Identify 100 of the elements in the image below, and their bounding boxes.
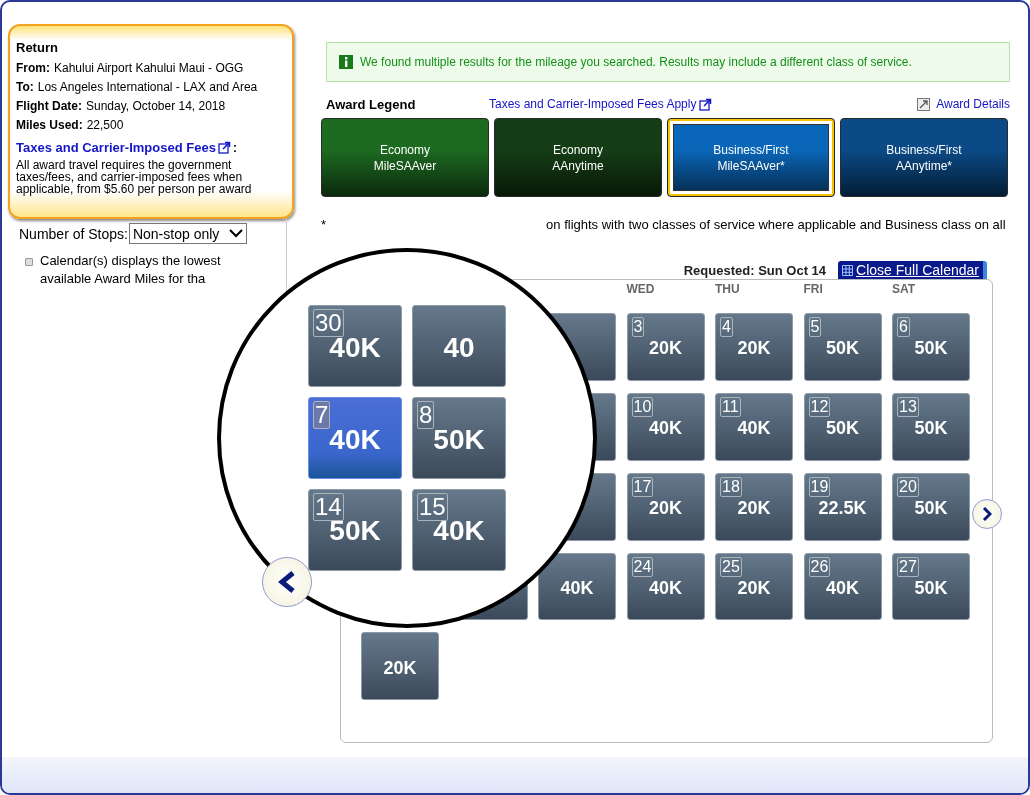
award-legend-tile[interactable]: Economy MileSAAver — [321, 118, 489, 197]
day-number: 7 — [313, 401, 331, 430]
document-icon — [917, 97, 931, 111]
calendar-tile[interactable]: 11 40K — [715, 392, 793, 461]
day-number: 18 — [720, 476, 742, 497]
day-number: 17 — [631, 476, 654, 497]
chevron-down-icon — [229, 229, 244, 238]
day-number: 6 — [897, 317, 910, 337]
day-number: 4 — [720, 317, 733, 337]
day-number: 12 — [808, 396, 831, 417]
field-value: 22,500 — [86, 118, 124, 132]
calendar-tile[interactable]: 20 50K — [892, 472, 970, 541]
calendar-tile[interactable]: 5 50K — [803, 313, 882, 381]
close-calendar-button[interactable]: Close Full Calendar — [838, 261, 987, 279]
calendar-tile[interactable]: 13 50K — [892, 392, 970, 461]
bullet-icon — [25, 258, 33, 266]
calendar-tile[interactable]: 17 20K — [626, 472, 705, 541]
day-number: 26 — [808, 556, 831, 577]
weekday-label: WED — [626, 281, 656, 298]
footnote-text: on flights with two classes of service where applicable and Business class on all — [546, 217, 1006, 234]
miles-value: 20K — [736, 497, 772, 519]
day-number: 8 — [417, 401, 435, 430]
miles-value: 20K — [648, 497, 683, 519]
day-number: 13 — [897, 396, 919, 417]
stops-select[interactable]: Non-stop only — [128, 223, 248, 244]
info-message: We found multiple results for the mileage you searched. Results may include a different class of service. — [360, 55, 912, 69]
day-number: 25 — [720, 556, 742, 577]
field-label: To: — [16, 80, 34, 94]
calendar-note: Calendar(s) displays the lowest available Award Miles for tha — [40, 252, 221, 288]
calendar-tile[interactable]: 12 50K — [803, 392, 882, 461]
day-number: 5 — [808, 317, 822, 337]
award-legend-tile[interactable]: Business/First AAnytime* — [840, 118, 1008, 197]
calendar-tile[interactable]: 24 40K — [626, 552, 705, 621]
fees-note: All award travel requires the government taxes/fees, and carrier-imposed fees when applicable, from $5.60 per person per award — [16, 159, 253, 195]
external-link-icon — [699, 97, 713, 111]
field-label: Flight Date: — [16, 99, 82, 113]
calendar-tile[interactable]: 27 50K — [892, 552, 970, 621]
calendar-tile[interactable]: 40 — [412, 305, 506, 388]
footnote-mark: * — [321, 217, 327, 234]
calendar-tile[interactable]: 19 22.5K — [803, 472, 882, 541]
miles-value: 50K — [913, 417, 949, 439]
calendar-tile[interactable]: 7 40K — [308, 397, 402, 479]
miles-value: 20K — [736, 337, 772, 359]
grid-icon — [842, 264, 854, 276]
miles-value: 50K — [913, 337, 949, 359]
card-title: Return — [16, 40, 59, 55]
miles-value: 20K — [382, 657, 418, 679]
calendar-tile[interactable]: 25 20K — [715, 552, 793, 621]
previous-button[interactable] — [262, 557, 312, 607]
calendar-tile[interactable]: 15 40K — [412, 488, 506, 571]
field-value: Sunday, October 14, 2018 — [86, 99, 226, 113]
fees-apply-link[interactable]: Taxes and Carrier-Imposed Fees Apply — [489, 97, 697, 111]
field-value: Los Angeles International - LAX and Area — [37, 80, 258, 94]
award-details-link[interactable]: Award Details — [936, 97, 1010, 111]
calendar-tile[interactable]: 30 40K — [308, 305, 402, 388]
day-number: 14 — [313, 492, 344, 521]
award-legend-tile[interactable]: Business/First MileSAAver* — [667, 118, 835, 197]
miles-value: 40K — [328, 423, 382, 456]
calendar-tile[interactable]: 40K — [538, 552, 616, 621]
chevron-left-icon — [278, 571, 296, 593]
miles-value: 40K — [648, 417, 683, 439]
miles-value: 40K — [736, 417, 772, 439]
day-number: 3 — [631, 317, 645, 337]
field-label: From: — [16, 61, 50, 75]
field-value: Kahului Airport Kahului Maui - OGG — [54, 61, 244, 75]
fees-link[interactable]: Taxes and Carrier-Imposed Fees — [16, 140, 216, 155]
miles-value: 22.5K — [817, 497, 868, 519]
day-number: 30 — [313, 309, 344, 338]
calendar-tile[interactable]: 14 50K — [308, 488, 402, 571]
miles-value: 50K — [825, 417, 860, 439]
weekday-label: THU — [715, 281, 741, 298]
info-icon — [339, 55, 353, 69]
calendar-tile[interactable]: 18 20K — [715, 472, 793, 541]
weekday-label: FRI — [803, 281, 824, 298]
miles-value: 50K — [913, 577, 949, 599]
calendar-tile[interactable]: 4 20K — [715, 313, 793, 381]
day-number: 19 — [808, 476, 831, 497]
day-number: 10 — [631, 396, 654, 417]
chevron-right-icon — [982, 507, 992, 521]
miles-value: 40K — [825, 577, 860, 599]
award-legend-tile[interactable]: Economy AAnytime — [494, 118, 662, 197]
miles-value: 40K — [648, 577, 683, 599]
miles-value: 20K — [736, 577, 772, 599]
day-number: 11 — [720, 396, 741, 417]
miles-value: 40 — [442, 331, 476, 364]
miles-value: 40K — [559, 577, 595, 599]
calendar-tile[interactable]: 10 40K — [626, 392, 705, 461]
stops-label: Number of Stops: — [19, 225, 128, 242]
field-label: Miles Used: — [16, 118, 83, 132]
miles-value: 50K — [432, 423, 486, 456]
calendar-tile[interactable]: 3 20K — [626, 313, 705, 381]
day-number: 24 — [631, 556, 654, 577]
next-button[interactable] — [972, 499, 1002, 529]
calendar-tile[interactable]: 6 50K — [892, 313, 970, 381]
calendar-tile[interactable]: 8 50K — [412, 397, 506, 479]
calendar-tile[interactable]: 26 40K — [803, 552, 882, 621]
external-link-icon — [217, 141, 231, 154]
calendar-tile[interactable]: 20K — [361, 632, 439, 701]
weekday-label: SAT — [892, 281, 917, 298]
requested-date: Requested: Sun Oct 14 — [683, 262, 827, 278]
